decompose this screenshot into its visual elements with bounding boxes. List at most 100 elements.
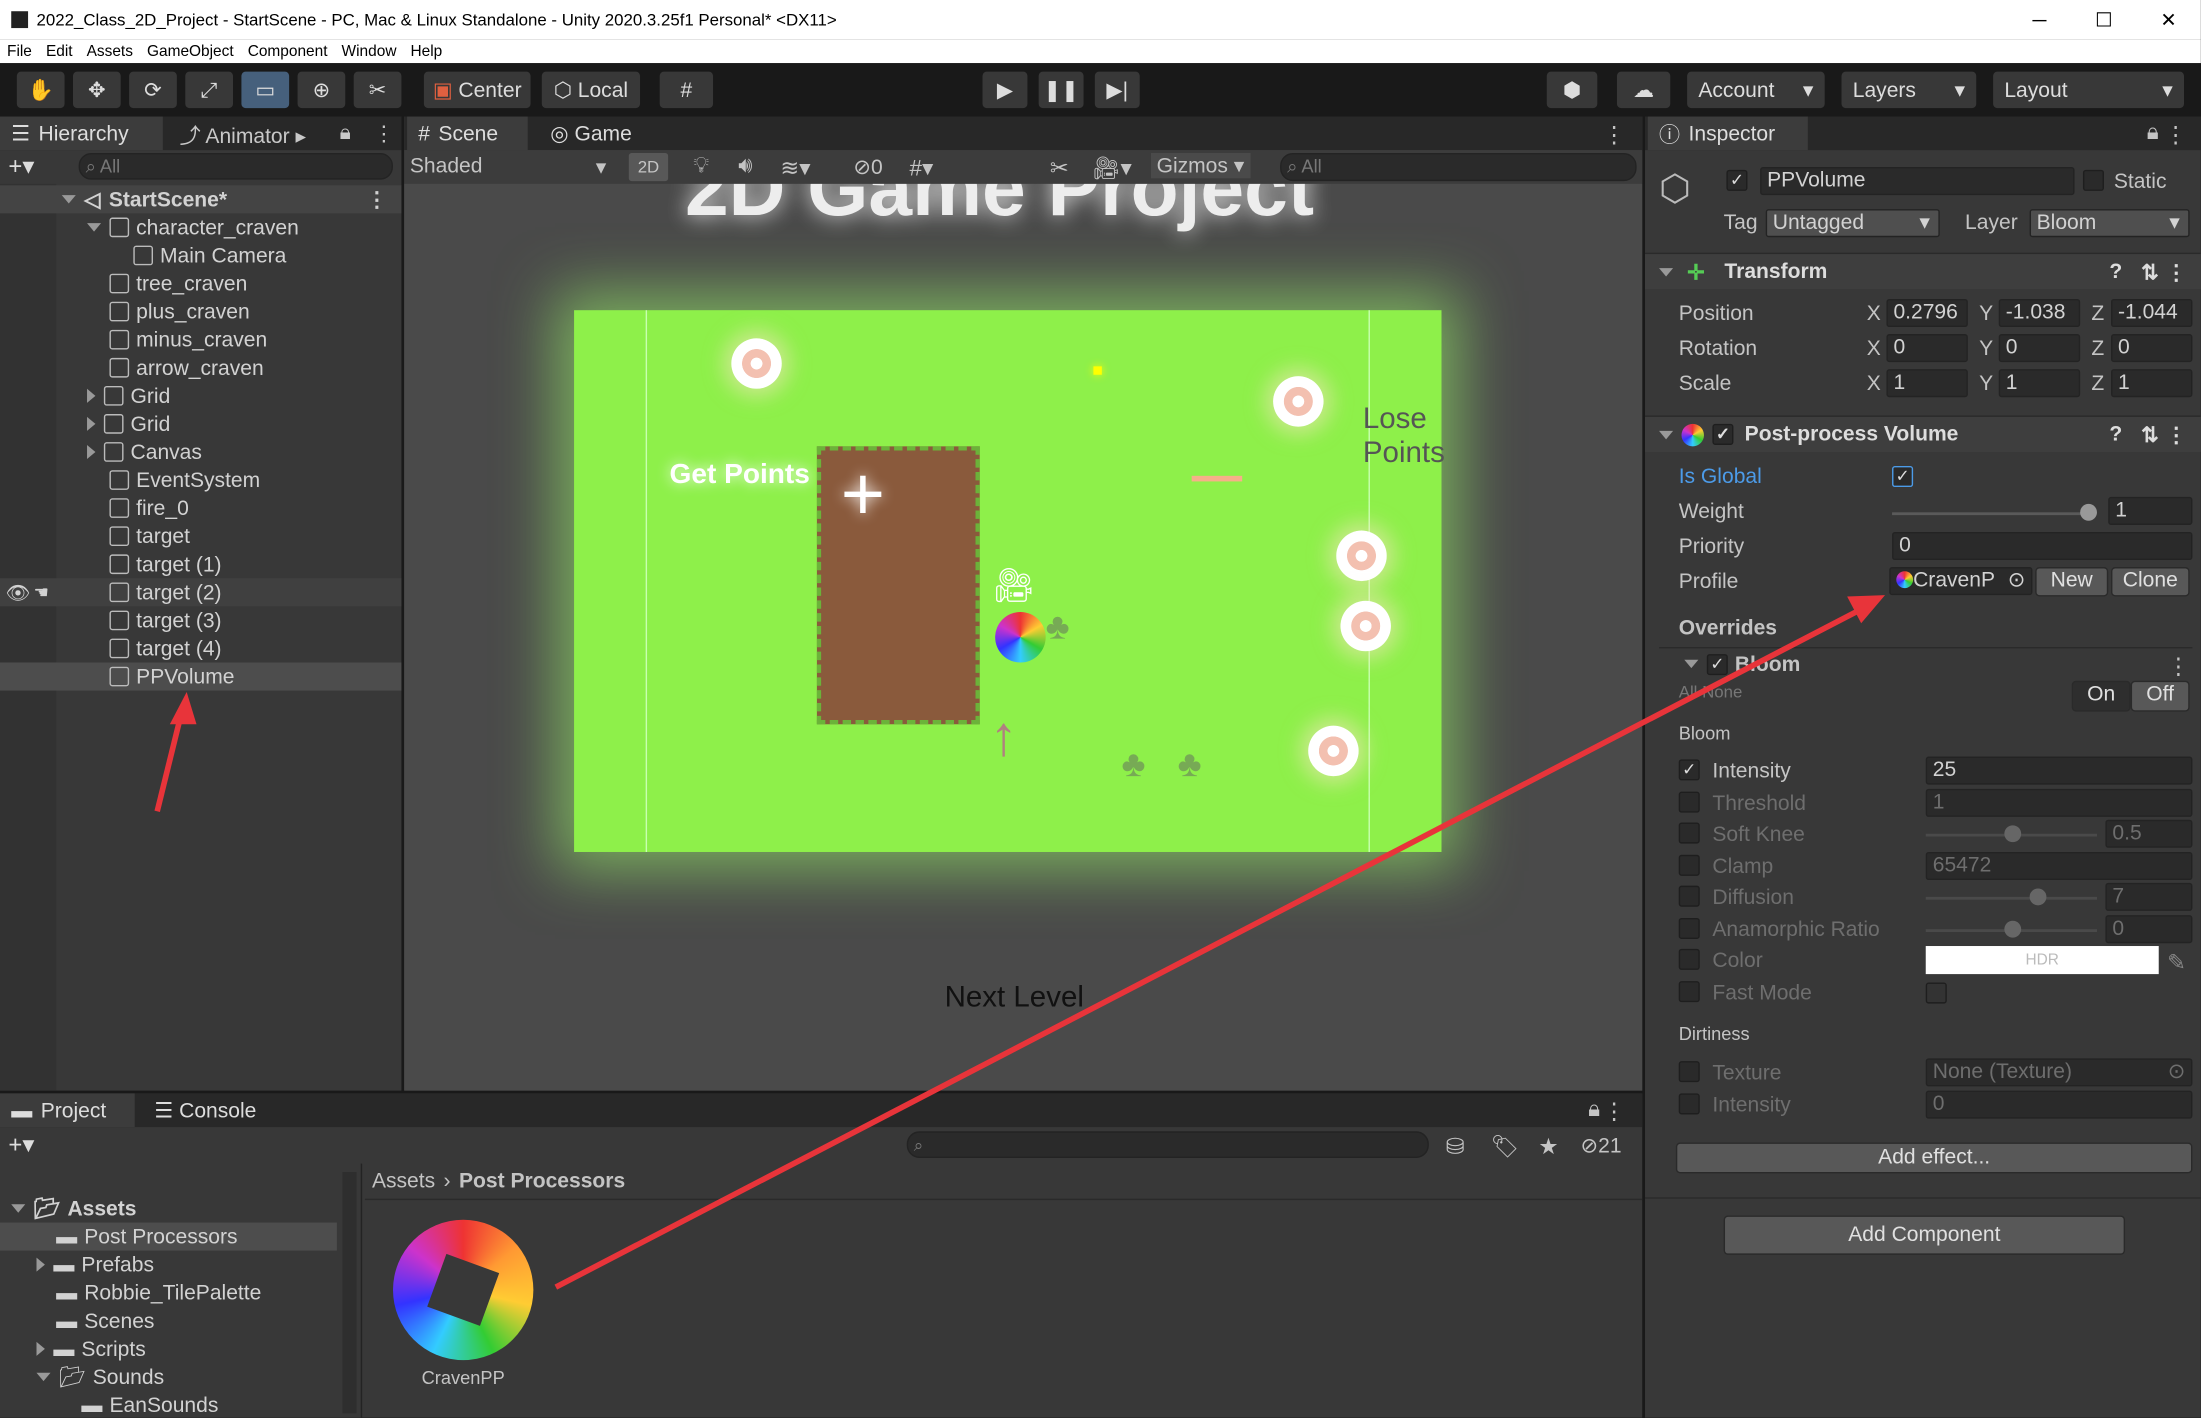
tab-animator[interactable]: ⤴ Animator ▸ — [180, 121, 306, 150]
priority-field[interactable]: 0 — [1892, 531, 2193, 561]
hidden-packages-toggle[interactable]: ⊘21 — [1580, 1133, 1621, 1158]
menu-window[interactable]: Window — [342, 43, 397, 60]
pivot-center-button[interactable]: ▣ Center — [423, 71, 531, 109]
texture-override-checkbox[interactable] — [1678, 1061, 1700, 1083]
active-checkbox[interactable]: ✓ — [1726, 169, 1748, 191]
add-effect-button[interactable]: Add effect... — [1675, 1142, 2193, 1174]
tree-item[interactable]: 📂︎ Sounds — [0, 1363, 337, 1391]
2d-toggle[interactable]: 2D — [628, 152, 669, 182]
dirt-intensity-field[interactable]: 0 — [1925, 1090, 2193, 1119]
menu-edit[interactable]: Edit — [46, 43, 73, 60]
object-picker-icon[interactable]: ⊙ — [2008, 568, 2026, 593]
kebab-menu-icon[interactable]: ⋮ — [373, 121, 394, 146]
lock-icon[interactable]: 🔒︎ — [2147, 121, 2159, 146]
tree-item[interactable]: 📂︎ Assets — [0, 1194, 337, 1222]
eye-icon[interactable]: 👁︎ — [6, 580, 31, 604]
scale-y-field[interactable]: 1 — [1998, 369, 2081, 398]
camera-icon[interactable]: 🎥︎▾ — [1092, 154, 1132, 182]
tab-hierarchy[interactable]: ☰ Hierarchy — [0, 116, 163, 151]
hierarchy-item-selected[interactable]: PPVolume — [0, 662, 402, 691]
hierarchy-item[interactable]: character_craven — [0, 213, 401, 241]
kebab-menu-icon[interactable]: ⋮ — [2166, 422, 2187, 447]
anamorphic-field[interactable]: 0 — [2105, 915, 2193, 944]
play-button[interactable]: ▶ — [982, 71, 1028, 109]
weight-slider-handle[interactable] — [2080, 503, 2097, 521]
hierarchy-item[interactable]: EventSystem — [0, 466, 401, 494]
transform-header[interactable]: ✛ Transform? ⇅ ⋮ — [1645, 252, 2201, 290]
grid-snap-icon[interactable]: # — [659, 71, 714, 109]
dirt-intensity-override-checkbox[interactable] — [1678, 1093, 1700, 1115]
shading-dropdown[interactable]: Shaded ▾ — [410, 154, 607, 179]
rotation-y-field[interactable]: 0 — [1998, 334, 2081, 363]
intensity-override-checkbox[interactable]: ✓ — [1678, 759, 1700, 781]
filter-label-icon[interactable]: 🏷︎ — [1491, 1133, 1520, 1161]
kebab-menu-icon[interactable]: ⋮ — [2167, 653, 2189, 681]
hierarchy-item[interactable]: target — [0, 522, 401, 550]
kebab-menu-icon[interactable]: ⋮ — [1603, 121, 1625, 149]
grid-settings-icon[interactable]: #▾ — [910, 154, 934, 182]
object-picker-icon[interactable]: ⊙ — [2168, 1060, 2186, 1085]
pause-button[interactable]: ❚❚ — [1038, 71, 1084, 109]
position-y-field[interactable]: -1.038 — [1998, 298, 2081, 328]
position-x-field[interactable]: 0.2796 — [1886, 298, 1968, 328]
help-icon[interactable]: ? — [2109, 260, 2122, 284]
anamorphic-override-checkbox[interactable] — [1678, 917, 1700, 940]
tree-item-selected[interactable]: ▬ Post Processors — [0, 1222, 337, 1251]
lock-icon[interactable]: 🔒︎ — [340, 121, 351, 145]
kebab-menu-icon[interactable]: ⋮ — [2164, 121, 2186, 149]
filter-type-icon[interactable]: ⛁ — [1446, 1133, 1465, 1161]
pick-hand-icon[interactable]: ☚ — [34, 582, 49, 602]
cloud-icon[interactable]: ☁ — [1616, 71, 1671, 109]
menu-assets[interactable]: Assets — [87, 43, 133, 60]
tab-console[interactable]: ☰ Console — [154, 1098, 256, 1123]
tab-game[interactable]: ◎ Game — [550, 121, 632, 146]
lock-icon[interactable]: 🔒︎ — [1588, 1098, 1600, 1123]
menu-gameobject[interactable]: GameObject — [147, 43, 234, 60]
hierarchy-item[interactable]: Main Camera — [0, 241, 401, 269]
scene-root-row[interactable]: ◁ StartScene* ⋮ — [0, 185, 402, 214]
bloom-on-button[interactable]: On — [2071, 680, 2131, 712]
scale-z-field[interactable]: 1 — [2111, 369, 2193, 398]
threshold-field[interactable]: 1 — [1925, 788, 2193, 817]
add-component-button[interactable]: Add Component — [1723, 1215, 2126, 1255]
clamp-field[interactable]: 65472 — [1925, 851, 2193, 881]
intensity-field[interactable]: 25 — [1925, 756, 2193, 785]
transform-tool-icon[interactable]: ⊕ — [297, 71, 346, 109]
hierarchy-item[interactable]: target (4) — [0, 634, 401, 662]
tag-dropdown[interactable]: Untagged ▾ — [1765, 209, 1940, 238]
help-icon[interactable]: ? — [2109, 422, 2122, 446]
hierarchy-item[interactable]: Canvas — [0, 438, 401, 466]
scene-viewport[interactable]: 2D Game Project + Get Points Lose Points… — [404, 183, 1643, 1091]
preset-icon[interactable]: ⇅ — [2141, 259, 2159, 284]
tab-scene[interactable]: # Scene — [407, 116, 528, 151]
clone-profile-button[interactable]: Clone — [2111, 567, 2190, 597]
softknee-field[interactable]: 0.5 — [2105, 819, 2193, 848]
create-asset-button[interactable]: +▾ — [8, 1131, 34, 1159]
object-name-field[interactable]: PPVolume — [1760, 167, 2075, 196]
profile-field[interactable]: CravenP ⊙ — [1889, 567, 2033, 596]
hierarchy-item[interactable]: Grid — [0, 382, 401, 410]
rotate-tool-icon[interactable]: ⟳ — [129, 71, 177, 109]
tree-item[interactable]: ▬ Prefabs — [0, 1251, 337, 1279]
preset-icon[interactable]: ⇅ — [2141, 422, 2159, 447]
menu-help[interactable]: Help — [411, 43, 443, 60]
tree-scrollbar[interactable] — [342, 1172, 357, 1414]
audio-icon[interactable]: 🔊︎ — [738, 154, 752, 179]
hierarchy-item[interactable]: target (3) — [0, 606, 401, 634]
custom-tool-icon[interactable]: ✂ — [353, 71, 402, 109]
softknee-override-checkbox[interactable] — [1678, 822, 1700, 844]
ppv-enabled-checkbox[interactable]: ✓ — [1712, 423, 1734, 445]
diffusion-field[interactable]: 7 — [2105, 882, 2193, 911]
scale-tool-icon[interactable]: ⤢ — [185, 71, 233, 109]
account-dropdown[interactable]: Account ▾ — [1687, 71, 1825, 109]
hierarchy-item[interactable]: 👁︎ ☚ target (2) — [0, 578, 402, 607]
kebab-menu-icon[interactable]: ⋮ — [366, 187, 387, 212]
tree-item[interactable]: ▬ Robbie_TilePalette — [0, 1279, 337, 1307]
bloom-enabled-checkbox[interactable]: ✓ — [1706, 654, 1728, 676]
rect-tool-icon[interactable]: ▭ — [241, 71, 290, 109]
close-button[interactable]: ✕ — [2136, 0, 2201, 39]
anamorphic-slider-handle[interactable] — [2004, 920, 2022, 938]
tab-inspector[interactable]: ⓘ Inspector — [1647, 116, 1808, 151]
diffusion-slider-track[interactable] — [1925, 896, 2097, 900]
project-search-input[interactable]: ⌕ — [906, 1131, 1429, 1158]
